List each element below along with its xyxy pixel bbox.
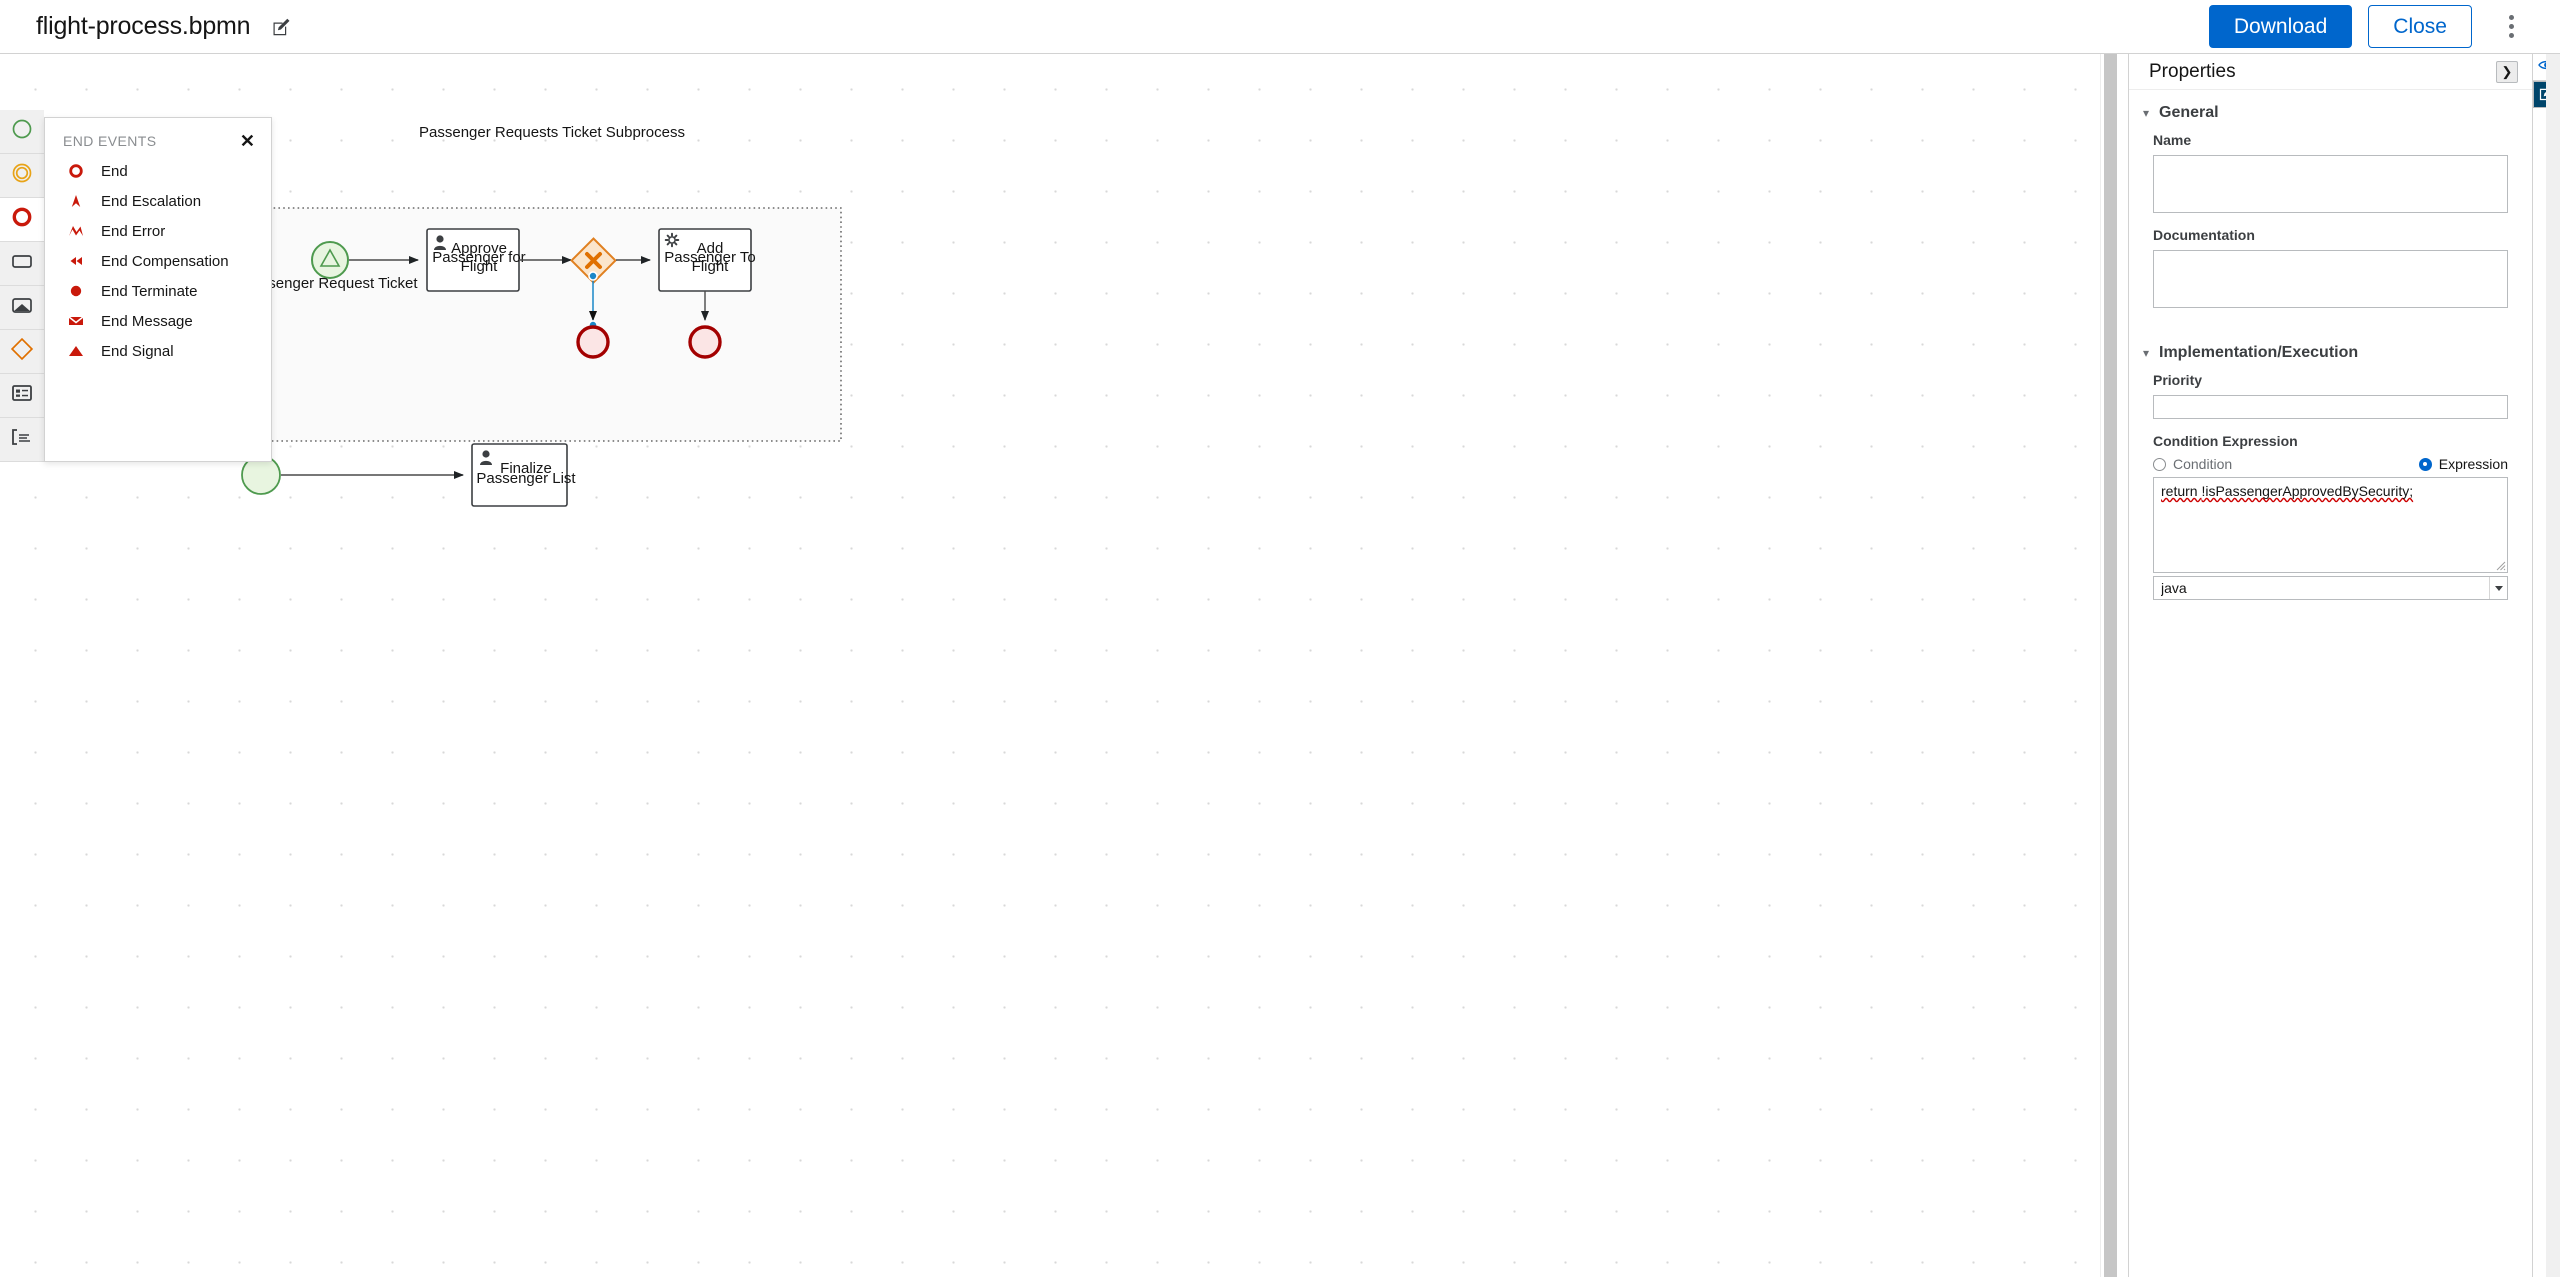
- popup-item-label: End Signal: [101, 342, 174, 360]
- radio-condition[interactable]: Condition: [2153, 456, 2232, 472]
- expression-prefix: return: [2161, 483, 2202, 499]
- language-select[interactable]: javajavascriptgroovyjrubyjuelmvel: [2153, 576, 2508, 600]
- message-envelope-icon: [63, 310, 89, 332]
- field-condition-expression-label: Condition Expression: [2153, 433, 2298, 449]
- end-event-icon: [63, 160, 89, 182]
- palette-subprocess-tool[interactable]: [0, 286, 44, 330]
- popup-title: END EVENTS: [63, 133, 157, 149]
- field-condition-expression: Condition Expression Condition Expressio…: [2129, 433, 2532, 600]
- subprocess-label: Passenger Requests Ticket Subprocess: [419, 124, 685, 141]
- bpmn-diagram: Passenger Requests Ticket Subprocess Pas…: [241, 124, 842, 507]
- edit-title-icon[interactable]: [270, 16, 292, 38]
- data-table-icon: [11, 383, 33, 408]
- task-finalize-line-2: Passenger List: [476, 470, 576, 487]
- expression-value: return !isPassengerApprovedBySecurity;: [2161, 483, 2413, 499]
- field-name-label: Name: [2153, 132, 2192, 148]
- popup-header: END EVENTS ✕: [45, 118, 271, 156]
- window-scrollbar-track[interactable]: [2546, 54, 2560, 1277]
- kebab-menu-icon[interactable]: [2498, 10, 2524, 44]
- gateway-diamond-icon: [10, 337, 34, 366]
- end-event-right: [688, 325, 722, 359]
- popup-item-end-escalation[interactable]: End Escalation: [45, 186, 271, 216]
- section-implementation-title: Implementation/Execution: [2159, 344, 2359, 361]
- popup-item-label: End: [101, 162, 128, 180]
- properties-title: Properties: [2149, 60, 2236, 82]
- palette-end-event-tool[interactable]: [0, 198, 44, 242]
- radio-expression-circle[interactable]: [2418, 457, 2432, 471]
- popup-item-label: End Escalation: [101, 192, 202, 210]
- priority-input[interactable]: [2153, 395, 2508, 419]
- expression-editor[interactable]: return !isPassengerApprovedBySecurity;: [2153, 477, 2508, 573]
- popup-item-end-signal[interactable]: End Signal: [45, 336, 271, 366]
- bpmn-palette[interactable]: [0, 110, 44, 462]
- field-documentation: Documentation: [2129, 227, 2532, 308]
- intermediate-event-double-circle-icon: [11, 162, 33, 189]
- task-add-line-3: Flight: [692, 258, 730, 275]
- resize-grip-icon[interactable]: [2495, 560, 2506, 571]
- popup-item-label: End Compensation: [101, 252, 229, 270]
- text-annotation-icon: [10, 427, 34, 452]
- close-button[interactable]: Close: [2368, 4, 2472, 49]
- section-general-header[interactable]: ▾ General: [2129, 90, 2532, 132]
- popup-item-end-error[interactable]: End Error: [45, 216, 271, 246]
- popup-item-end-message[interactable]: End Message: [45, 306, 271, 336]
- subprocess-container: [263, 207, 842, 442]
- end-events-popup[interactable]: END EVENTS ✕ End End Escalation End Erro…: [44, 117, 272, 462]
- section-implementation-header[interactable]: ▾ Implementation/Execution: [2129, 322, 2532, 372]
- radio-expression-label: Expression: [2438, 456, 2508, 472]
- section-general-title: General: [2159, 104, 2219, 121]
- documentation-input[interactable]: [2153, 250, 2508, 308]
- palette-start-event-tool[interactable]: [0, 110, 44, 154]
- condition-expression-radio-group: Condition Expression: [2153, 456, 2508, 472]
- properties-header: Properties ❯: [2129, 54, 2532, 90]
- popup-item-label: End Error: [101, 222, 166, 240]
- terminate-filled-circle-icon: [63, 280, 89, 302]
- scrollbar-thumb[interactable]: [2104, 54, 2117, 1277]
- popup-item-end-terminate[interactable]: End Terminate: [45, 276, 271, 306]
- field-name: Name: [2129, 132, 2532, 213]
- radio-condition-label: Condition: [2173, 456, 2233, 472]
- chevron-down-icon: ▾: [2143, 106, 2150, 120]
- palette-data-object-tool[interactable]: [0, 374, 44, 418]
- task-approve-line-3: Flight: [461, 258, 499, 275]
- popup-item-end-compensation[interactable]: End Compensation: [45, 246, 271, 276]
- start-event-circle-icon: [11, 118, 33, 145]
- popup-item-label: End Terminate: [101, 282, 198, 300]
- chevron-down-icon-2: ▾: [2143, 346, 2150, 360]
- palette-task-tool[interactable]: [0, 242, 44, 286]
- top-toolbar: flight-process.bpmn Download Close: [0, 0, 2560, 54]
- palette-text-annotation-tool[interactable]: [0, 418, 44, 462]
- radio-condition-circle[interactable]: [2153, 457, 2166, 471]
- properties-panel: Properties ❯ ▾ General Name Documentatio…: [2128, 54, 2532, 1277]
- compensation-rewind-icon: [63, 250, 89, 272]
- toolbar-actions: Download Close: [2208, 4, 2524, 49]
- field-priority-label: Priority: [2153, 372, 2203, 388]
- subprocess-rectangle-icon: [10, 294, 34, 321]
- bpmn-canvas[interactable]: Passenger Requests Ticket Subprocess Pas…: [0, 54, 2100, 1277]
- close-x-icon[interactable]: ✕: [238, 132, 257, 150]
- end-event-left: [576, 325, 610, 359]
- escalation-arrow-icon: [63, 190, 89, 212]
- document-title: flight-process.bpmn: [36, 12, 251, 40]
- expression-identifier: !isPassengerApprovedBySecurity;: [2201, 483, 2414, 499]
- error-bolt-icon: [63, 220, 89, 242]
- canvas-vertical-scrollbar[interactable]: [2100, 54, 2118, 1277]
- start-event-signal: [311, 241, 349, 279]
- field-priority: Priority: [2129, 372, 2532, 419]
- language-select-wrap[interactable]: javajavascriptgroovyjrubyjuelmvel: [2153, 576, 2508, 600]
- palette-gateway-tool[interactable]: [0, 330, 44, 374]
- field-documentation-label: Documentation: [2153, 227, 2255, 243]
- end-event-thick-circle-icon: [11, 206, 33, 233]
- name-input[interactable]: [2153, 155, 2508, 213]
- flow-source-handle: [588, 271, 598, 281]
- popup-item-end[interactable]: End: [45, 156, 271, 186]
- radio-expression[interactable]: Expression: [2418, 456, 2508, 472]
- signal-triangle-icon: [63, 340, 89, 362]
- popup-item-label: End Message: [101, 312, 193, 330]
- download-button[interactable]: Download: [2208, 4, 2353, 49]
- task-rectangle-icon: [10, 250, 34, 277]
- chevron-right-icon[interactable]: ❯: [2496, 60, 2518, 83]
- palette-intermediate-event-tool[interactable]: [0, 154, 44, 198]
